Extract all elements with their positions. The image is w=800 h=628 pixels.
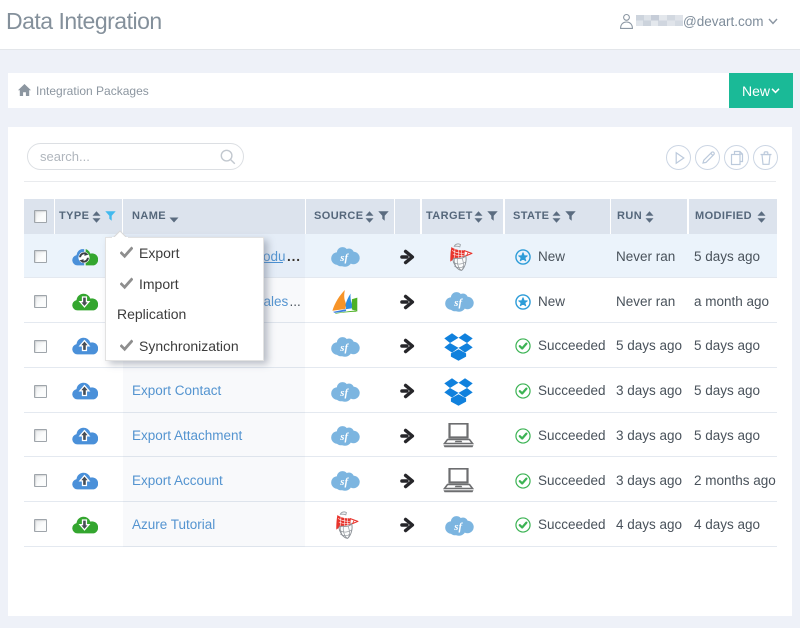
svg-text:sf: sf — [339, 342, 349, 354]
svg-text:sf: sf — [453, 297, 463, 309]
svg-text:sf: sf — [339, 387, 349, 399]
svg-text:sf: sf — [453, 521, 463, 533]
svg-text:sf: sf — [339, 252, 349, 264]
svg-text:sf: sf — [339, 431, 349, 443]
svg-text:sf: sf — [339, 476, 349, 488]
